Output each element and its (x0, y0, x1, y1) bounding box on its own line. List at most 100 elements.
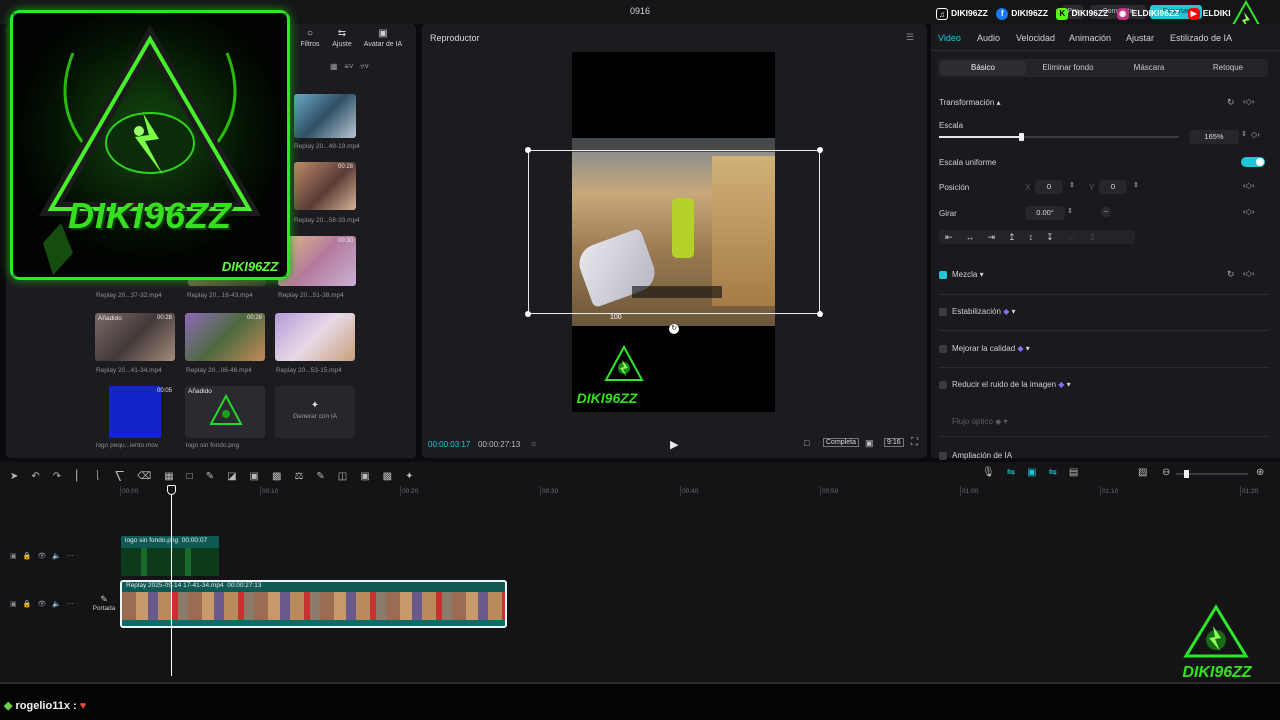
position-x-input[interactable]: 0 (1035, 180, 1063, 194)
ai-expand-header[interactable]: Ampliación de IA (952, 451, 1012, 460)
social-tiktok: ♫ DIKI96ZZ (936, 8, 988, 20)
keyframe-blend-icon[interactable]: ‹◇› (1243, 269, 1254, 278)
keyframe-rotate-icon[interactable]: ‹◇› (1243, 207, 1254, 216)
uniform-scale-toggle[interactable] (1241, 157, 1265, 167)
main-clip[interactable]: Replay 2025-09-14 17-41-34.mp4 00:00:27:… (120, 580, 507, 628)
transform-selection-box[interactable] (528, 150, 820, 314)
timeline-screen-icon[interactable]: ▨ (1138, 467, 1147, 478)
scale-slider[interactable] (939, 133, 1179, 141)
timecode-list-icon[interactable]: ≡ (531, 439, 536, 449)
toolbar-filters[interactable]: ○ Filtros (296, 28, 324, 48)
scale-slider-knob[interactable] (1018, 133, 1024, 141)
media-thumb-7[interactable]: 00:28 (185, 313, 265, 361)
keyframe-position-icon[interactable]: ‹◇› (1243, 181, 1254, 190)
ruler-tick (820, 486, 821, 496)
media-thumb-1[interactable] (294, 94, 356, 138)
media-label-2: Replay 20...58-33.mp4 (294, 217, 360, 224)
player-menu-icon[interactable]: ☰ (906, 32, 914, 43)
subtab-basic[interactable]: Básico (940, 61, 1026, 75)
media-duration-8: 00:29 (336, 315, 352, 321)
rotate-dial-icon[interactable]: – (1101, 207, 1111, 217)
tab-animation[interactable]: Animación (1069, 33, 1111, 43)
tab-video[interactable]: Video (938, 33, 961, 43)
keyframe-transform-icon[interactable]: ‹◇› (1243, 97, 1254, 106)
adjust-label: Ajuste (332, 41, 352, 48)
toolbar-adjust[interactable]: ⇆ Ajuste (328, 28, 356, 48)
timeline-ruler[interactable]: 00:00 00:10 00:20 00:30 00:40 00:50 01:00 01:10… (0, 486, 1280, 498)
timeline-right-toolbar[interactable]: 🎙⇋▣⇋▤ (982, 467, 1090, 478)
media-label-9: logo pequ...iento.mov (96, 442, 159, 449)
playhead[interactable] (171, 486, 172, 676)
playhead-handle[interactable] (167, 485, 176, 495)
snapshot-icon[interactable]: □ (804, 438, 809, 448)
resize-handle-tr[interactable] (817, 147, 823, 153)
transform-header[interactable]: Transformación ▴ (939, 98, 1001, 107)
quality-header[interactable]: Mejorar la calidad ◆ ▾ (952, 344, 1030, 353)
ruler-tick (1240, 486, 1241, 496)
social-facebook-name: DIKI96ZZ (1011, 8, 1049, 19)
media-thumb-9[interactable]: 00:05 (95, 386, 175, 438)
ruler-tick (260, 486, 261, 496)
filters-label: Filtros (300, 41, 320, 48)
subtab-remove-bg[interactable]: Eliminar fondo (1028, 61, 1108, 75)
blend-checkbox[interactable] (939, 271, 947, 279)
overlay-track-controls[interactable]: ▣🔒👁🔈⋯ (10, 552, 80, 560)
timeline-edit-toolbar[interactable]: ➤↶↷⎮⎱⎲⌫▦□✎◪▣▩⚖✎◫▣▩✦ (10, 467, 427, 482)
rotate-stepper-icon[interactable]: ⇕ (1067, 207, 1073, 215)
subtab-retouch[interactable]: Retoque (1190, 61, 1266, 75)
zoom-out-icon[interactable]: ⊖ (1162, 467, 1170, 478)
quality-dropdown[interactable]: Completa (823, 438, 859, 447)
divider-1 (939, 294, 1269, 295)
zoom-fit-icon[interactable]: ▣ (865, 438, 874, 449)
main-clip-frames (122, 592, 505, 620)
zoom-in-icon[interactable]: ⊕ (1256, 467, 1264, 478)
position-y-stepper-icon[interactable]: ⇕ (1133, 181, 1139, 189)
quality-checkbox[interactable] (939, 345, 947, 353)
media-thumb-8[interactable]: 00:29 (275, 313, 355, 361)
mic-icon[interactable]: 🎙 (982, 467, 1007, 478)
align-buttons[interactable]: ⇤↔⇥↥↕↧⇔⇕ (939, 230, 1135, 244)
ai-expand-checkbox[interactable] (939, 452, 947, 460)
subtab-mask[interactable]: Máscara (1110, 61, 1188, 75)
optical-flow-label: Flujo óptico (952, 417, 993, 426)
stabilization-header[interactable]: Estabilización ◆ ▾ (952, 307, 1016, 316)
main-track-controls[interactable]: ▣🔒👁🔈⋯ (10, 600, 80, 608)
overlay-clip[interactable]: logo sin fondo.png 00:00:07 (121, 536, 219, 576)
player-current-time: 00:00:03:17 (428, 440, 471, 449)
noise-header[interactable]: Reducir el ruido de la imagen ◆ ▾ (952, 380, 1071, 389)
aspect-ratio-button[interactable]: 9:16 (884, 438, 904, 447)
noise-label: Reducir el ruido de la imagen (952, 380, 1057, 389)
resize-handle-br[interactable] (817, 311, 823, 317)
stabilization-checkbox[interactable] (939, 308, 947, 316)
scale-stepper-icon[interactable]: ⇕ (1241, 130, 1247, 138)
main-clip-name: Replay 2025-09-14 17-41-34.mp4 (126, 582, 224, 589)
generate-ai-button[interactable]: ✦ Generar con IA (275, 386, 355, 438)
position-y-input[interactable]: 0 (1099, 180, 1127, 194)
toolbar-ai-avatar[interactable]: ▣ Avatar de IA (358, 28, 408, 48)
reset-transform-icon[interactable]: ↻ (1227, 97, 1235, 108)
rotate-input[interactable]: 0.00° (1025, 206, 1065, 220)
rotate-handle-icon[interactable]: ↻ (669, 324, 679, 334)
keyframe-scale-icon[interactable]: ◇› (1251, 130, 1260, 139)
position-x-stepper-icon[interactable]: ⇕ (1069, 181, 1075, 189)
tab-speed[interactable]: Velocidad (1016, 33, 1055, 43)
reset-blend-icon[interactable]: ↻ (1227, 269, 1235, 280)
media-thumb-2[interactable]: 00:28 (294, 162, 356, 210)
timeline-zoom-slider[interactable] (1176, 470, 1248, 478)
blend-header[interactable]: Mezcla ▾ (952, 270, 984, 279)
resize-handle-tl[interactable] (525, 147, 531, 153)
media-thumb-10[interactable]: Añadido (185, 386, 265, 438)
ai-avatar-label: Avatar de IA (363, 41, 403, 48)
cover-button[interactable]: ✎ Portada (90, 594, 118, 612)
play-button[interactable]: ▶ (670, 438, 678, 451)
noise-checkbox[interactable] (939, 381, 947, 389)
scale-input[interactable]: 165% (1189, 130, 1239, 144)
tab-audio[interactable]: Audio (977, 33, 1000, 43)
tab-ai-stylize[interactable]: Estilizado de IA (1170, 33, 1232, 43)
overlay-clip-label: logo sin fondo.png 00:00:07 (125, 537, 207, 544)
tab-adjust[interactable]: Ajustar (1126, 33, 1154, 43)
media-thumb-6[interactable]: Añadido 00:28 (95, 313, 175, 361)
media-view-controls[interactable]: ▦ ≡˅ ▿˅ (330, 62, 410, 74)
resize-handle-bl[interactable] (525, 311, 531, 317)
fullscreen-icon[interactable]: ⛶ (911, 437, 918, 448)
